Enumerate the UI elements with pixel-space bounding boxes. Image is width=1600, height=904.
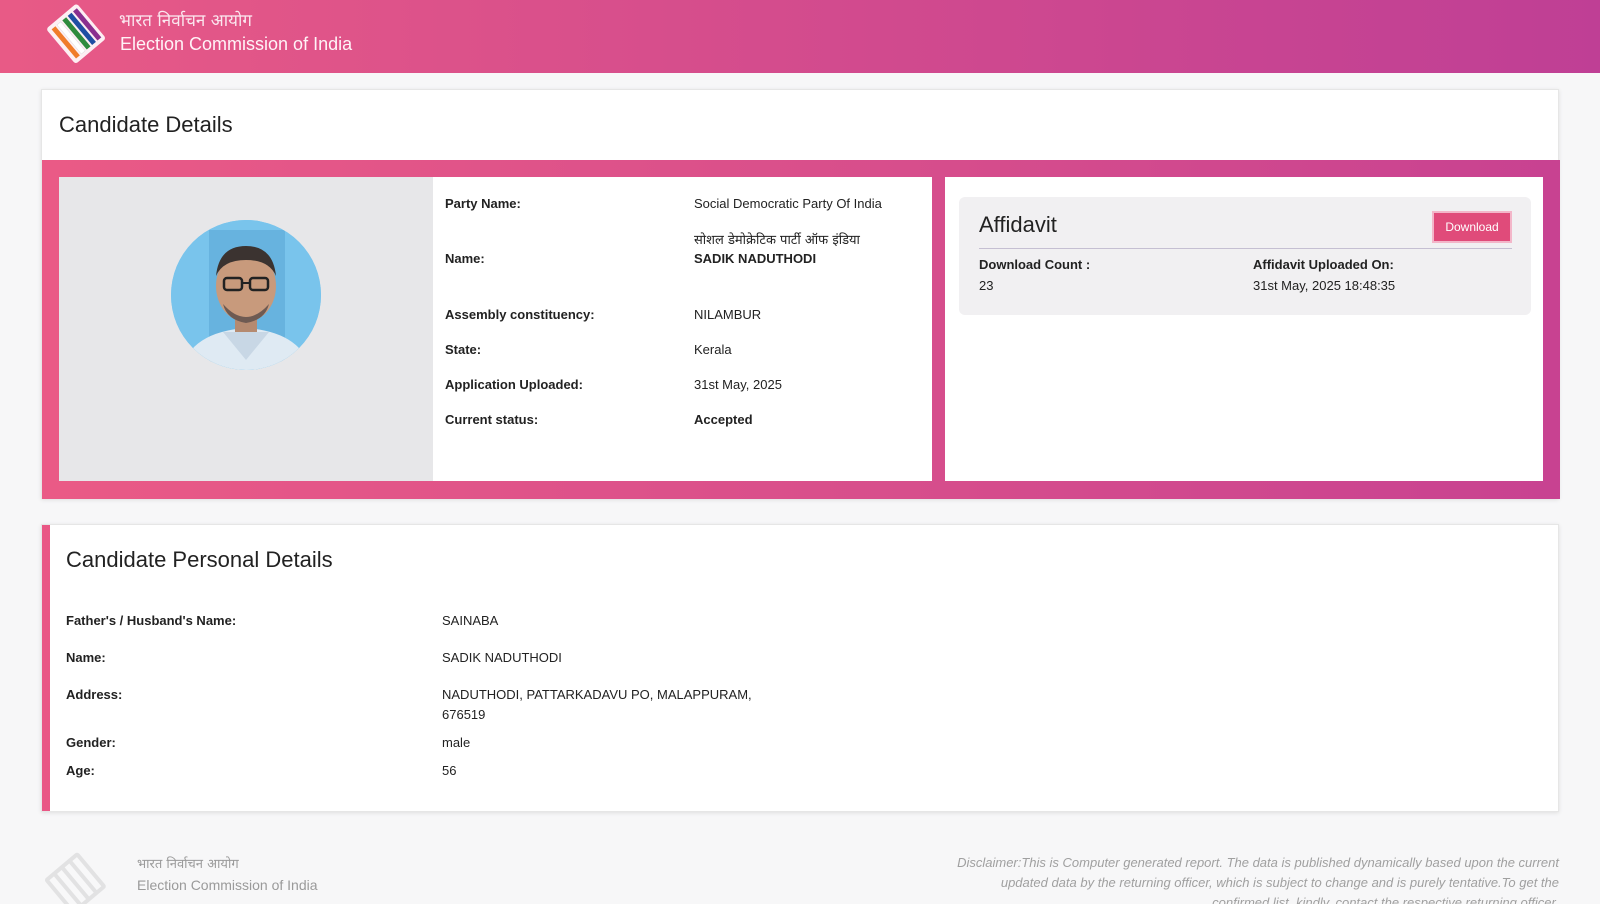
father-husband-name-label: Father's / Husband's Name:	[66, 613, 237, 628]
party-name-hindi-value: सोशल डेमोक्रेटिक पार्टी ऑफ इंडिया	[694, 233, 860, 248]
constituency-value: NILAMBUR	[694, 307, 762, 322]
disclaimer-line-1: Disclaimer:This is Computer generated re…	[957, 855, 1559, 870]
state-label: State:	[445, 342, 482, 357]
affidavit-uploaded-label: Affidavit Uploaded On:	[1253, 257, 1394, 272]
personal-details-card: Candidate Personal Details Father's / Hu…	[41, 524, 1559, 812]
header-hindi-title: भारत निर्वाचन आयोग	[119, 11, 252, 31]
address-line2: 676519	[442, 707, 486, 722]
address-line1: NADUTHODI, PATTARKADAVU PO, MALAPPURAM,	[442, 687, 752, 702]
candidate-avatar	[171, 220, 321, 370]
footer-logo-icon	[44, 852, 106, 904]
party-name-value: Social Democratic Party Of India	[694, 196, 882, 211]
gender-label: Gender:	[66, 735, 116, 750]
constituency-label: Assembly constituency:	[445, 307, 595, 322]
status-badge: Accepted	[694, 412, 753, 427]
age-value: 56	[442, 763, 457, 778]
personal-details-title: Candidate Personal Details	[66, 547, 333, 572]
eci-logo-icon[interactable]	[46, 4, 110, 64]
site-header: भारत निर्वाचन आयोग Election Commission o…	[0, 0, 1600, 73]
candidate-name-label: Name:	[445, 251, 485, 266]
address-label: Address:	[66, 687, 123, 702]
candidate-info-panel: Party Name: Social Democratic Party Of I…	[59, 177, 932, 481]
candidate-name-value: SADIK NADUTHODI	[694, 251, 817, 266]
footer-hindi-title: भारत निर्वाचन आयोग	[137, 857, 239, 872]
candidate-portrait-icon	[171, 220, 321, 370]
affidavit-uploaded-value: 31st May, 2025 18:48:35	[1253, 278, 1396, 293]
candidate-details-title: Candidate Details	[59, 112, 233, 137]
affidavit-panel: Affidavit Download Download Count : 23 A…	[945, 177, 1543, 481]
candidate-info-list: Party Name: Social Democratic Party Of I…	[433, 177, 932, 481]
disclaimer-line-3: confirmed list, kindly, contact the resp…	[1212, 895, 1559, 904]
candidate-details-card: Candidate Details Party Name: Social Dem…	[41, 89, 1560, 499]
disclaimer-text: Disclaimer:This is Computer generated re…	[919, 853, 1559, 904]
download-count-value: 23	[979, 278, 994, 293]
personal-name-label: Name:	[66, 650, 106, 665]
candidate-details-band: Party Name: Social Democratic Party Of I…	[42, 160, 1560, 499]
footer-english-title: Election Commission of India	[137, 877, 318, 893]
personal-name-value: SADIK NADUTHODI	[442, 650, 562, 665]
state-value: Kerala	[694, 342, 732, 357]
current-status-label: Current status:	[445, 412, 539, 427]
affidavit-box: Affidavit Download Download Count : 23 A…	[959, 197, 1531, 315]
father-husband-name-value: SAINABA	[442, 613, 499, 628]
gender-value: male	[442, 735, 471, 750]
affidavit-divider	[979, 248, 1512, 249]
affidavit-title: Affidavit	[979, 212, 1057, 237]
application-uploaded-value: 31st May, 2025	[694, 377, 782, 392]
card-accent-bar	[42, 525, 50, 811]
download-count-label: Download Count :	[979, 257, 1091, 272]
candidate-photo-box	[59, 177, 433, 481]
header-english-title: Election Commission of India	[120, 34, 353, 54]
party-name-label: Party Name:	[445, 196, 521, 211]
download-affidavit-button[interactable]: Download	[1432, 211, 1512, 243]
disclaimer-line-2: updated data by the returning officer, w…	[1000, 875, 1559, 890]
application-uploaded-label: Application Uploaded:	[445, 377, 583, 392]
age-label: Age:	[66, 763, 95, 778]
